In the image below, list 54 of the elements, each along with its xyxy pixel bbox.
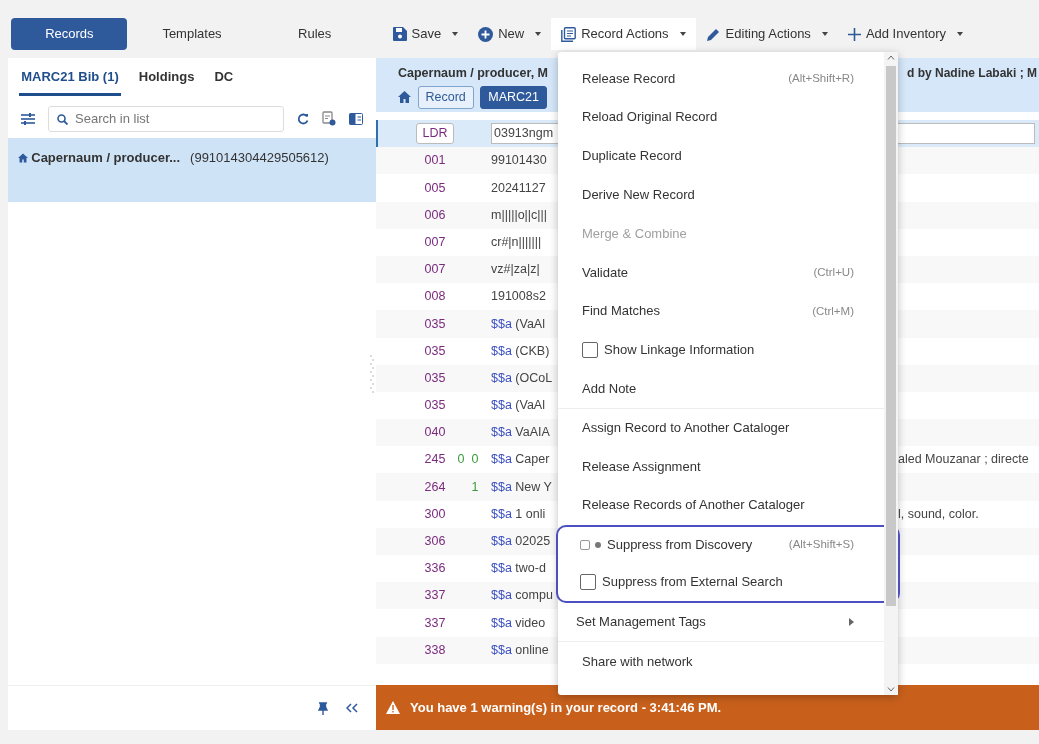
warning-message: You have 1 warning(s) in your record - 3:41:46 PM. [410, 698, 722, 717]
indicator: 0 [470, 451, 480, 469]
indicator: 0 [456, 451, 466, 469]
record-title: Capernaum / producer... [31, 149, 181, 167]
field-tag: 306 [416, 532, 454, 551]
field-value: $$a (OCoL [491, 370, 553, 385]
field-tag: 001 [416, 151, 454, 171]
field-tag: 035 [416, 341, 454, 361]
field-value: l, sound, color. [898, 505, 979, 523]
field-tag: 245 [416, 450, 454, 470]
field-tag: LDR [416, 123, 454, 144]
record-title: Capernaum / producer, M [398, 65, 549, 82]
field-tag: 008 [416, 287, 454, 307]
field-tag: 007 [416, 232, 454, 252]
field-tag: 337 [416, 586, 454, 606]
field-value: $$a Caper [491, 452, 550, 467]
record-id: (991014304429505612) [190, 149, 329, 167]
field-value: m|||||o||c||| [491, 207, 548, 222]
record-badge: Record [417, 86, 474, 109]
field-tag: 337 [416, 613, 454, 633]
field-tag: 035 [416, 314, 454, 334]
field-tag: 035 [416, 396, 454, 415]
field-value: $$a two-d [491, 561, 546, 576]
field-value: $$a video [491, 615, 546, 630]
field-value: $$a (VaAl [491, 398, 545, 413]
field-value: $$a 02025 [491, 534, 551, 549]
field-tag: 338 [416, 640, 454, 660]
field-value: $$a VaAIA [491, 425, 550, 440]
record-badge: MARC21 [480, 86, 547, 109]
field-tag: 264 [416, 477, 454, 497]
shortcut-hint: (Alt+Shift+S) [788, 537, 854, 553]
field-value: $$a online [491, 642, 549, 657]
field-tag: 336 [416, 559, 454, 578]
field-tag: 040 [416, 423, 454, 443]
field-tag: 005 [416, 178, 454, 198]
field-value: cr#|n||||||| [491, 234, 542, 249]
field-value: 191008s2 [491, 289, 546, 304]
field-value: $$a compu [491, 588, 553, 603]
field-value: $$a New Y [491, 479, 552, 494]
field-tag: 007 [416, 260, 454, 279]
record-title: d by Nadine Labaki ; M [906, 65, 1037, 82]
field-tag: 300 [416, 504, 454, 524]
shortcut-hint: (Alt+Shift+R) [788, 70, 854, 86]
indicator: 1 [470, 478, 480, 496]
shortcut-hint: (Ctrl+U) [813, 264, 854, 280]
shortcut-hint: (Ctrl+M) [812, 303, 854, 319]
field-tag: 035 [416, 368, 454, 388]
field-tag: 006 [416, 205, 454, 225]
field-value: 99101430 [491, 153, 547, 168]
field-value: $$a 1 onli [491, 506, 546, 521]
field-value: 20241127 [491, 180, 546, 195]
field-value: vz#|za|z| [491, 262, 540, 277]
field-value: $$a (VaAl [491, 316, 545, 331]
field-value: $$a (CKB) [491, 343, 550, 358]
